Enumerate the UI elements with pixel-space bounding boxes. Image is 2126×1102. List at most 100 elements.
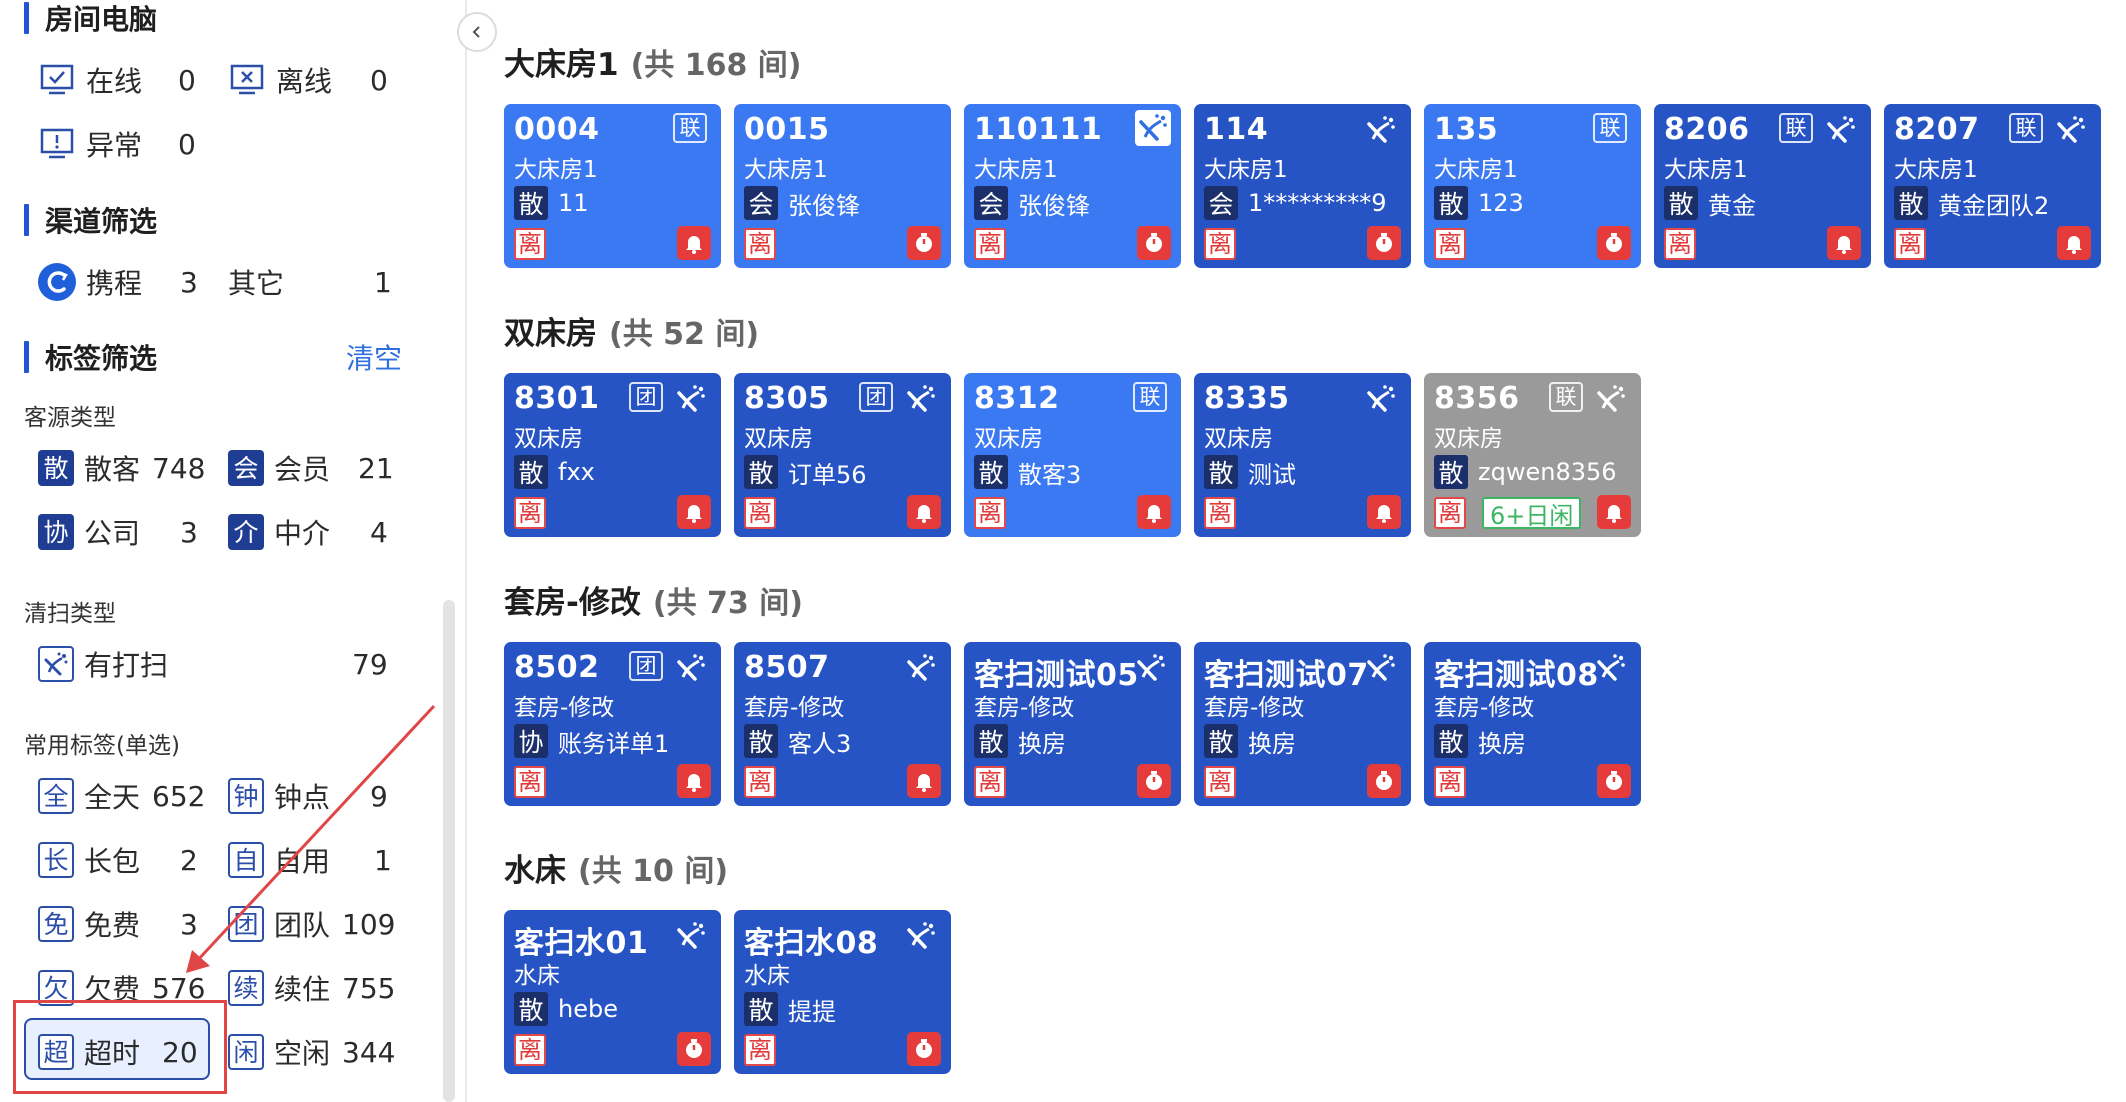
- group-name: 套房-修改: [504, 585, 641, 621]
- filter-walkin[interactable]: 散 散客 748: [38, 444, 208, 492]
- timer-icon[interactable]: [1137, 764, 1171, 798]
- bell-icon[interactable]: [1597, 495, 1631, 529]
- filter-agent[interactable]: 介 中介 4: [228, 508, 398, 556]
- timer-icon[interactable]: [1597, 226, 1631, 260]
- timer-icon[interactable]: [1367, 226, 1401, 260]
- guest-name: 换房: [1478, 729, 1526, 758]
- room-card[interactable]: 8502 套房-修改协账务详单1 离 团: [504, 642, 721, 806]
- room-card[interactable]: 114 大床房1 会 1*********9 离: [1194, 104, 1411, 268]
- room-card[interactable]: 客扫水08 水床散提提离: [734, 910, 951, 1074]
- bell-icon[interactable]: [1137, 495, 1171, 529]
- bell-icon[interactable]: [907, 764, 941, 798]
- room-card[interactable]: 135 大床房1 散 123 离 联: [1424, 104, 1641, 268]
- guest-type-badge: 散: [974, 455, 1008, 489]
- filter-count: 3: [180, 265, 198, 299]
- member-badge-icon: 会: [228, 450, 264, 486]
- room-card[interactable]: 8335 双床房散测试离: [1194, 373, 1411, 537]
- filter-fullday[interactable]: 全 全天 652: [38, 772, 208, 820]
- room-card[interactable]: 8207 大床房1 散黄金团队2 离 联: [1884, 104, 2101, 268]
- sidebar-scrollbar[interactable]: [443, 600, 455, 1102]
- bell-icon[interactable]: [2057, 226, 2091, 260]
- guest-name: 1*********9: [1248, 189, 1387, 217]
- filter-offline[interactable]: 离线 0: [228, 56, 398, 104]
- guest-name: hebe: [558, 995, 618, 1023]
- room-card[interactable]: 8507 套房-修改散客人3 离: [734, 642, 951, 806]
- timer-icon[interactable]: [1137, 226, 1171, 260]
- monitor-alert-icon: [38, 125, 76, 163]
- filter-online[interactable]: 在线 0: [38, 56, 198, 104]
- guest-type-badge: 会: [744, 186, 778, 220]
- filter-longterm[interactable]: 长 长包 2: [38, 836, 208, 884]
- common-tags-title: 常用标签(单选): [24, 733, 180, 759]
- guest-name: 换房: [1248, 729, 1296, 758]
- room-card[interactable]: 110111 大床房1 会张俊锋离: [964, 104, 1181, 268]
- group-room-count: (共 73 间): [652, 586, 803, 621]
- bell-icon[interactable]: [1827, 226, 1861, 260]
- departure-badge: 离: [1204, 228, 1236, 260]
- bell-icon[interactable]: [677, 226, 711, 260]
- filter-ctrip[interactable]: 携程 3: [38, 258, 208, 306]
- room-card[interactable]: 8206 大床房1 散黄金离 联: [1654, 104, 1871, 268]
- vacant-badge-icon: 闲: [228, 1034, 264, 1070]
- annotation-highlight-box: [13, 1000, 227, 1094]
- guest-name: 换房: [1018, 729, 1066, 758]
- room-type: 双床房: [974, 426, 1043, 452]
- room-card[interactable]: 0004 大床房1 散 11 离 联: [504, 104, 721, 268]
- clear-tags-button[interactable]: 清空: [346, 337, 402, 377]
- guest-row: 散 11: [514, 186, 589, 220]
- bell-icon[interactable]: [907, 495, 941, 529]
- room-type: 大床房1: [1434, 157, 1518, 183]
- group-name: 水床: [504, 853, 566, 889]
- filter-count: 9: [370, 779, 388, 813]
- bell-icon[interactable]: [677, 764, 711, 798]
- cleaning-icon: [1593, 381, 1629, 417]
- room-card[interactable]: 客扫水01 水床散 hebe 离: [504, 910, 721, 1074]
- cleaning-icon: [1823, 112, 1859, 148]
- section-title-room-pc: 房间电脑: [24, 0, 157, 38]
- filter-selfuse[interactable]: 自 自用 1: [228, 836, 398, 884]
- filter-label: 空闲: [274, 1037, 331, 1070]
- guest-row: 协账务详单1: [514, 724, 669, 758]
- room-card[interactable]: 8356 双床房散 zqwen8356 离 6+日闲 联: [1424, 373, 1641, 537]
- filter-abnormal[interactable]: 异常 0: [38, 120, 198, 168]
- room-type: 大床房1: [1664, 157, 1748, 183]
- guest-name: 散客3: [1018, 460, 1082, 489]
- guest-type-badge: 会: [974, 186, 1008, 220]
- room-card[interactable]: 8301 双床房散 fxx 离 团: [504, 373, 721, 537]
- panel-divider: [465, 0, 467, 1102]
- room-number: 8335: [1204, 381, 1290, 416]
- clean-type-title: 清扫类型: [24, 601, 116, 627]
- room-card[interactable]: 8312 双床房散散客3 离 联: [964, 373, 1181, 537]
- guest-name: 11: [558, 189, 589, 217]
- room-card[interactable]: 客扫测试05 套房-修改散换房离: [964, 642, 1181, 806]
- room-number: 8502: [514, 650, 600, 685]
- bell-icon[interactable]: [1367, 495, 1401, 529]
- room-card[interactable]: 客扫测试07 套房-修改散换房离: [1194, 642, 1411, 806]
- timer-icon[interactable]: [1367, 764, 1401, 798]
- room-number: 8312: [974, 381, 1060, 416]
- room-card[interactable]: 客扫测试08 套房-修改散换房离: [1424, 642, 1641, 806]
- link-badge: 联: [1593, 113, 1627, 143]
- guest-type-badge: 散: [1434, 724, 1468, 758]
- timer-icon[interactable]: [907, 226, 941, 260]
- filter-vacant[interactable]: 闲 空闲 344: [228, 1028, 398, 1076]
- filter-hourly[interactable]: 钟 钟点 9: [228, 772, 398, 820]
- cleaning-icon: [1133, 650, 1169, 686]
- timer-icon[interactable]: [907, 1032, 941, 1066]
- room-card[interactable]: 0015 大床房1 会张俊锋离: [734, 104, 951, 268]
- filter-extend[interactable]: 续 续住 755: [228, 964, 398, 1012]
- timer-icon[interactable]: [677, 1032, 711, 1066]
- timer-icon[interactable]: [1597, 764, 1631, 798]
- cleaning-icon: [1363, 381, 1399, 417]
- guest-row: 散 fxx: [514, 455, 595, 489]
- filter-free[interactable]: 免 免费 3: [38, 900, 208, 948]
- monitor-check-icon: [38, 61, 76, 99]
- filter-team[interactable]: 团 团队 109: [228, 900, 398, 948]
- filter-cleaning[interactable]: 有打扫 79: [38, 640, 398, 688]
- room-card[interactable]: 8305 双床房散订单56 离 团: [734, 373, 951, 537]
- filter-member[interactable]: 会 会员 21: [228, 444, 398, 492]
- bell-icon[interactable]: [677, 495, 711, 529]
- filter-other[interactable]: 其它 1: [228, 258, 398, 306]
- filter-company[interactable]: 协 公司 3: [38, 508, 208, 556]
- departure-badge: 离: [744, 497, 776, 529]
